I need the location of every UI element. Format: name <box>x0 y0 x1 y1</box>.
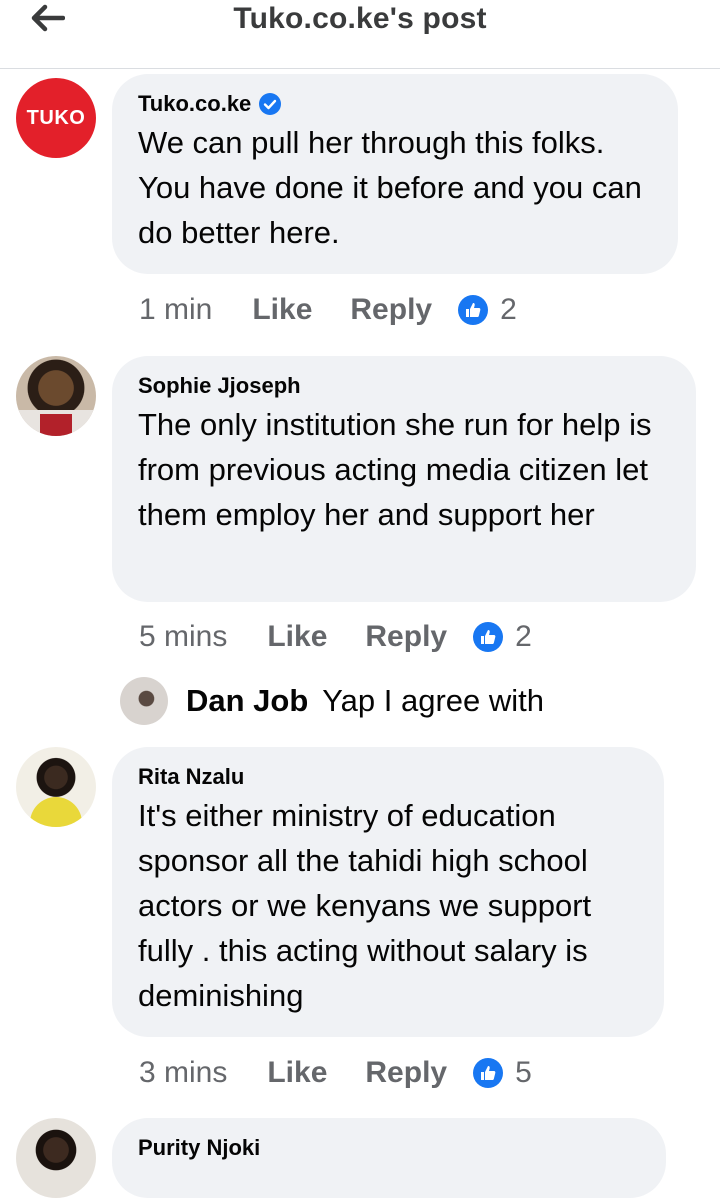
comment-time[interactable]: 5 mins <box>139 620 227 654</box>
reaction-count[interactable]: 2 <box>500 293 517 327</box>
reply-button[interactable]: Reply <box>365 1056 447 1090</box>
comment-bubble: Rita Nzalu It's either ministry of educa… <box>112 747 664 1037</box>
page-title: Tuko.co.ke's post <box>233 2 487 35</box>
reply-button[interactable]: Reply <box>365 620 447 654</box>
comment-author[interactable]: Sophie Jjoseph <box>138 372 670 400</box>
comment-bubble: Sophie Jjoseph The only institution she … <box>112 356 696 602</box>
like-button[interactable]: Like <box>267 620 327 654</box>
avatar-tuko[interactable]: TUKO <box>16 78 96 158</box>
avatar-sophie[interactable] <box>16 356 96 436</box>
comment-author[interactable]: Purity Njoki <box>138 1134 640 1162</box>
comment-bubble: Tuko.co.ke We can pull her through this … <box>112 74 678 274</box>
like-button[interactable]: Like <box>252 293 312 327</box>
thumbs-up-icon <box>466 303 481 317</box>
verified-badge-icon <box>259 93 282 115</box>
reply-button[interactable]: Reply <box>350 293 432 327</box>
comment-text: It's either ministry of education sponso… <box>138 798 592 1013</box>
like-button[interactable]: Like <box>267 1056 327 1090</box>
comment-author[interactable]: Rita Nzalu <box>138 763 638 791</box>
reaction-count[interactable]: 2 <box>515 620 532 654</box>
thumbs-up-icon <box>481 1066 496 1080</box>
tuko-logo: TUKO <box>26 106 86 129</box>
comment-time[interactable]: 3 mins <box>139 1056 227 1090</box>
reply-preview[interactable]: Dan Job Yap I agree with <box>120 676 544 726</box>
like-reaction-icon[interactable] <box>458 295 489 325</box>
comment-text: We can pull her through this folks. You … <box>138 125 642 250</box>
top-bar: Tuko.co.ke's post <box>0 0 720 69</box>
comment-text: The only institution she run for help is… <box>138 407 652 532</box>
reply-author[interactable]: Dan Job <box>186 683 308 719</box>
avatar-dan-job[interactable] <box>120 677 168 725</box>
comment-time[interactable]: 1 min <box>139 293 212 327</box>
author-name[interactable]: Tuko.co.ke <box>138 90 251 118</box>
avatar-rita[interactable] <box>16 747 96 827</box>
reaction-count[interactable]: 5 <box>515 1056 532 1090</box>
like-reaction-icon[interactable] <box>473 622 504 652</box>
comment-author[interactable]: Tuko.co.ke <box>138 90 652 118</box>
comment-actions: 1 min Like Reply 2 <box>139 290 517 330</box>
thumbs-up-icon <box>481 630 496 644</box>
comment-bubble: Purity Njoki <box>112 1118 666 1198</box>
reply-text: Yap I agree with <box>322 683 545 718</box>
like-reaction-icon[interactable] <box>473 1058 504 1088</box>
comment-actions: 3 mins Like Reply 5 <box>139 1053 532 1093</box>
avatar-purity[interactable] <box>16 1118 96 1198</box>
comment-actions: 5 mins Like Reply 2 <box>139 617 532 657</box>
